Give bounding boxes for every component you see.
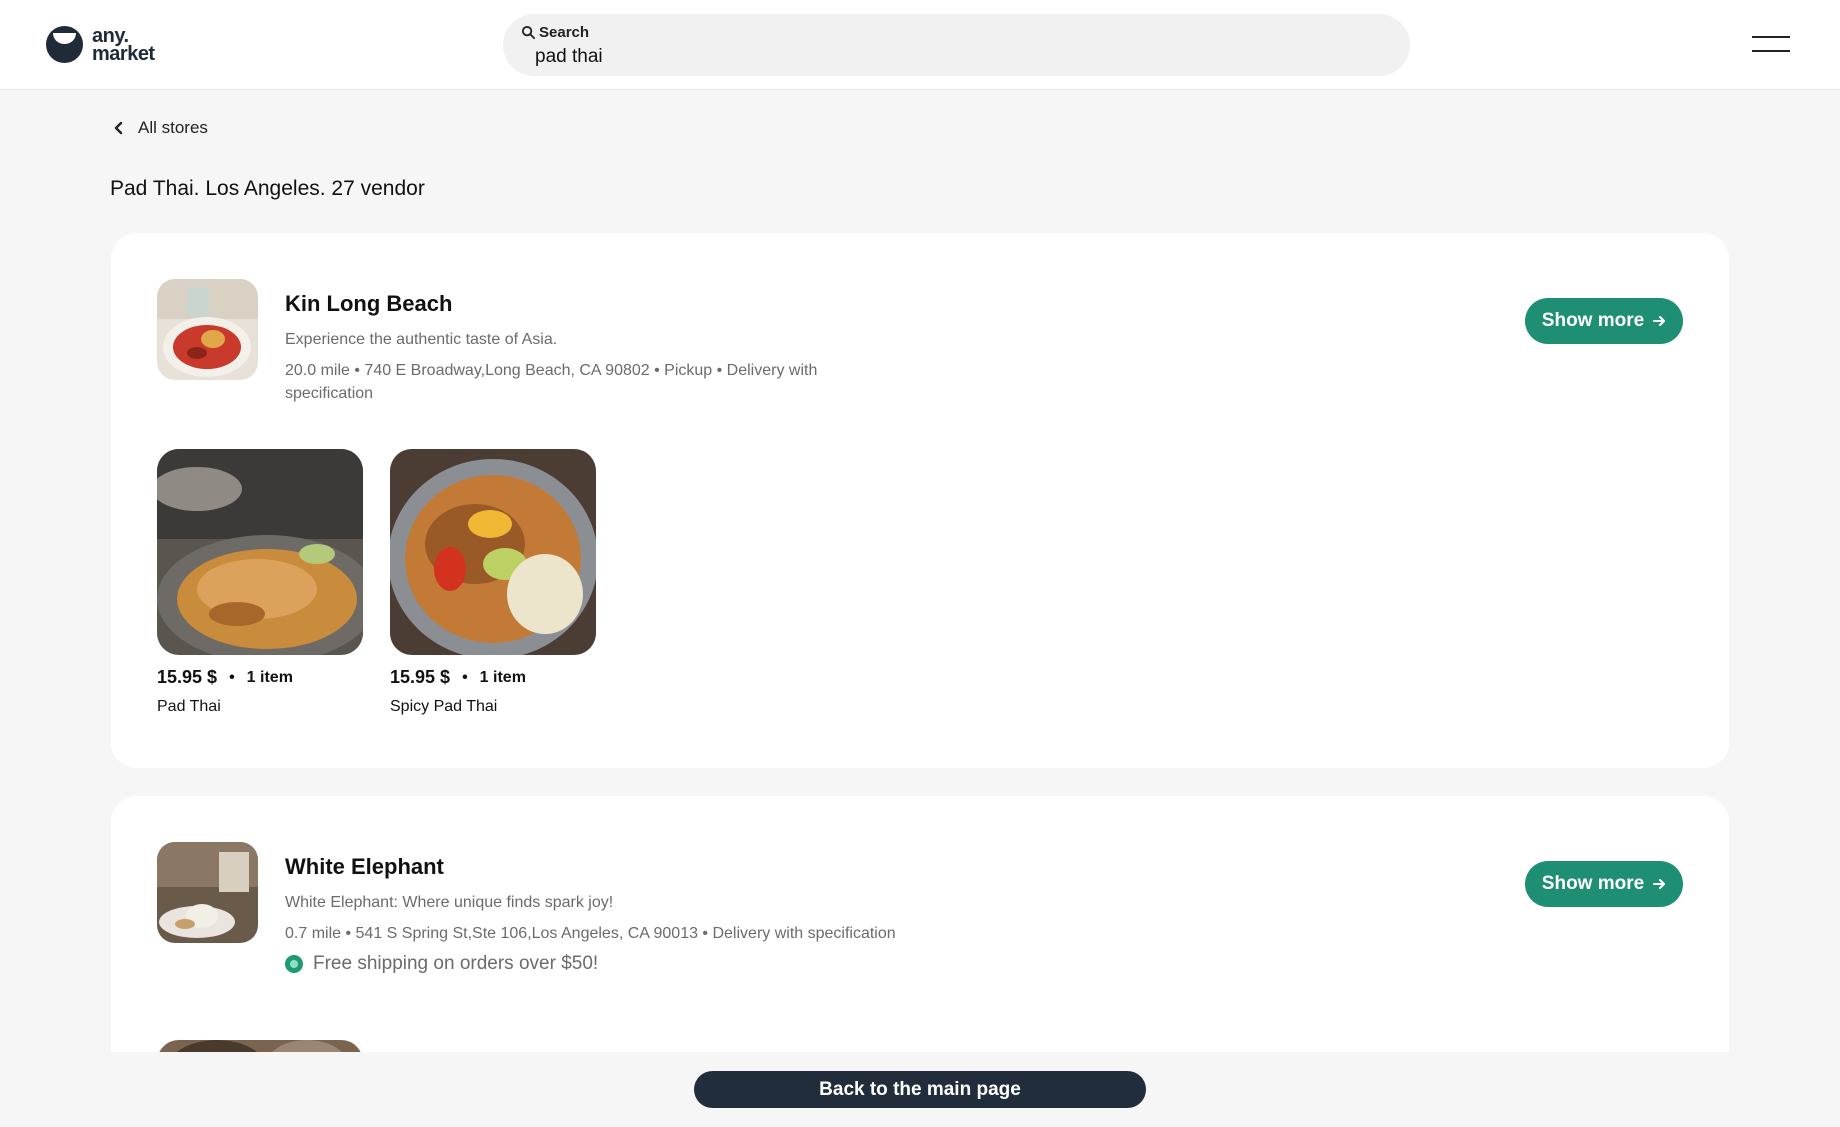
separator-dot: • (229, 668, 235, 686)
product-quantity: 1 item (479, 668, 526, 686)
product-image (390, 449, 596, 655)
logo-line-1: any. (92, 24, 129, 47)
store-meta: 0.7 mile • 541 S Spring St,Ste 106,Los A… (285, 925, 896, 942)
product-image (157, 449, 363, 655)
all-stores-link[interactable]: All stores (112, 118, 208, 138)
store-name[interactable]: Kin Long Beach (285, 291, 905, 317)
product-name: Pad Thai (157, 698, 221, 715)
top-header: any. market Search (0, 0, 1840, 90)
hamburger-menu-icon[interactable] (1752, 34, 1790, 56)
back-to-main-button[interactable]: Back to the main page (694, 1071, 1146, 1108)
show-more-button[interactable]: Show more (1525, 298, 1683, 344)
search-input[interactable] (535, 44, 1355, 70)
store-description: Experience the authentic taste of Asia. (285, 331, 558, 348)
store-thumbnail[interactable] (157, 279, 258, 380)
product-price: 15.95 $ (390, 667, 451, 687)
promo-line: Free shipping on orders over $50! (285, 953, 905, 975)
all-stores-label: All stores (138, 118, 208, 137)
product-card[interactable]: 15.95 $ • 1 item Pad Thai (157, 449, 363, 716)
logo[interactable]: any. market (46, 24, 155, 65)
arrow-right-icon (1653, 879, 1666, 889)
store-meta: 20.0 mile • 740 E Broadway,Long Beach, C… (285, 362, 818, 402)
store-thumbnail-image (157, 842, 258, 943)
search-box[interactable]: Search (503, 14, 1410, 76)
arrow-right-icon (1653, 316, 1666, 326)
logo-line-2: market (92, 42, 155, 65)
product-price: 15.95 $ (157, 667, 218, 687)
show-more-button[interactable]: Show more (1525, 861, 1683, 907)
product-quantity: 1 item (246, 668, 293, 686)
store-name[interactable]: White Elephant (285, 854, 905, 880)
bottom-bar: Back to the main page (0, 1052, 1840, 1127)
store-card: Kin Long Beach Experience the authentic … (111, 233, 1729, 768)
store-description: White Elephant: Where unique finds spark… (285, 894, 614, 911)
show-more-label: Show more (1541, 310, 1645, 331)
promo-text: Free shipping on orders over $50! (313, 953, 599, 974)
free-shipping-icon (285, 955, 303, 973)
search-label: Search (539, 24, 590, 41)
product-list: 15.95 $ • 1 item Pad Thai 15.95 $ • 1 it… (157, 449, 596, 716)
store-thumbnail[interactable] (157, 842, 258, 943)
results-title: Pad Thai. Los Angeles. 27 vendor (110, 177, 425, 200)
product-card[interactable]: 15.95 $ • 1 item Spicy Pad Thai (390, 449, 596, 716)
separator-dot: • (462, 668, 468, 686)
logo-mark-icon (46, 26, 83, 63)
chevron-left-icon (114, 121, 123, 135)
product-name: Spicy Pad Thai (390, 698, 498, 715)
search-icon (521, 25, 536, 40)
store-thumbnail-image (157, 279, 258, 380)
show-more-label: Show more (1541, 873, 1645, 894)
